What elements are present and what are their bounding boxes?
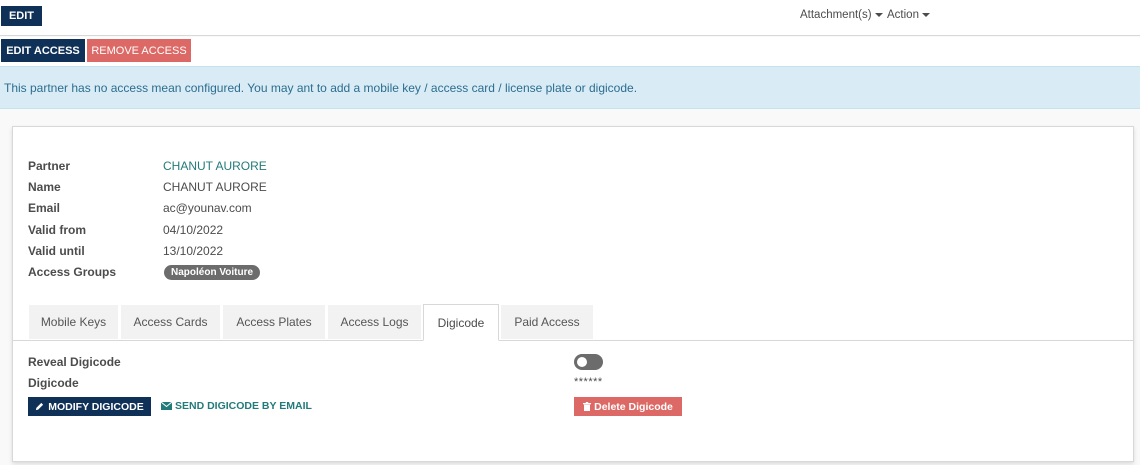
alert-text: This partner has no access mean configur…	[4, 81, 638, 95]
action-dropdown[interactable]: Action	[887, 9, 930, 21]
name-value: CHANUT AURORE	[163, 180, 267, 194]
email-value: ac@younav.com	[163, 201, 252, 215]
field-label-valid-until: Valid until	[28, 244, 85, 258]
send-digicode-label: SEND DIGICODE BY EMAIL	[175, 400, 312, 412]
reveal-digicode-label: Reveal Digicode	[28, 355, 121, 369]
field-label-valid-from: Valid from	[28, 223, 87, 237]
form-sheet: Partner CHANUT AURORE Name CHANUT AURORE…	[12, 126, 1134, 462]
modify-digicode-label: MODIFY DIGICODE	[48, 400, 144, 413]
tab-access-plates[interactable]: Access Plates	[222, 304, 326, 340]
valid-from-value: 04/10/2022	[163, 223, 224, 237]
remove-access-button[interactable]: REMOVE ACCESS	[87, 39, 191, 62]
send-digicode-email-link[interactable]: SEND DIGICODE BY EMAIL	[161, 400, 312, 412]
field-label-partner: Partner	[28, 159, 71, 173]
tab-digicode[interactable]: Digicode	[423, 304, 499, 341]
tab-mobile-keys[interactable]: Mobile Keys	[28, 304, 119, 340]
partner-link[interactable]: CHANUT AURORE	[163, 159, 267, 173]
trash-icon	[583, 402, 592, 411]
edit-button[interactable]: EDIT	[1, 6, 42, 26]
delete-digicode-label: Delete Digicode	[594, 400, 673, 413]
valid-until-value: 13/10/2022	[163, 244, 224, 258]
tab-paid-access[interactable]: Paid Access	[500, 304, 594, 340]
field-label-name: Name	[28, 180, 61, 194]
digicode-label: Digicode	[28, 376, 79, 390]
control-panel: EDIT Attachment(s) Action	[0, 0, 1140, 36]
caret-down-icon	[874, 13, 883, 17]
notebook-tabs: Mobile Keys Access Cards Access Plates A…	[28, 304, 595, 341]
pencil-icon	[36, 402, 44, 411]
action-label: Action	[887, 9, 919, 21]
access-group-tag: Napoléon Voiture	[164, 265, 261, 280]
attachments-label: Attachment(s)	[800, 9, 872, 21]
tab-access-cards[interactable]: Access Cards	[120, 304, 221, 340]
field-label-access-groups: Access Groups	[28, 265, 117, 279]
delete-digicode-button[interactable]: Delete Digicode	[574, 397, 682, 416]
caret-down-icon	[921, 13, 930, 17]
reveal-digicode-toggle[interactable]	[574, 354, 603, 370]
envelope-icon	[161, 402, 172, 410]
form-header: EDIT ACCESS REMOVE ACCESS	[0, 37, 1140, 66]
field-label-email: Email	[28, 201, 61, 215]
info-alert: This partner has no access mean configur…	[0, 66, 1140, 109]
edit-access-button[interactable]: EDIT ACCESS	[1, 39, 85, 62]
digicode-masked-value: ******	[574, 376, 603, 388]
tab-access-logs[interactable]: Access Logs	[327, 304, 422, 340]
modify-digicode-button[interactable]: MODIFY DIGICODE	[28, 397, 151, 416]
attachments-dropdown[interactable]: Attachment(s)	[800, 9, 883, 21]
